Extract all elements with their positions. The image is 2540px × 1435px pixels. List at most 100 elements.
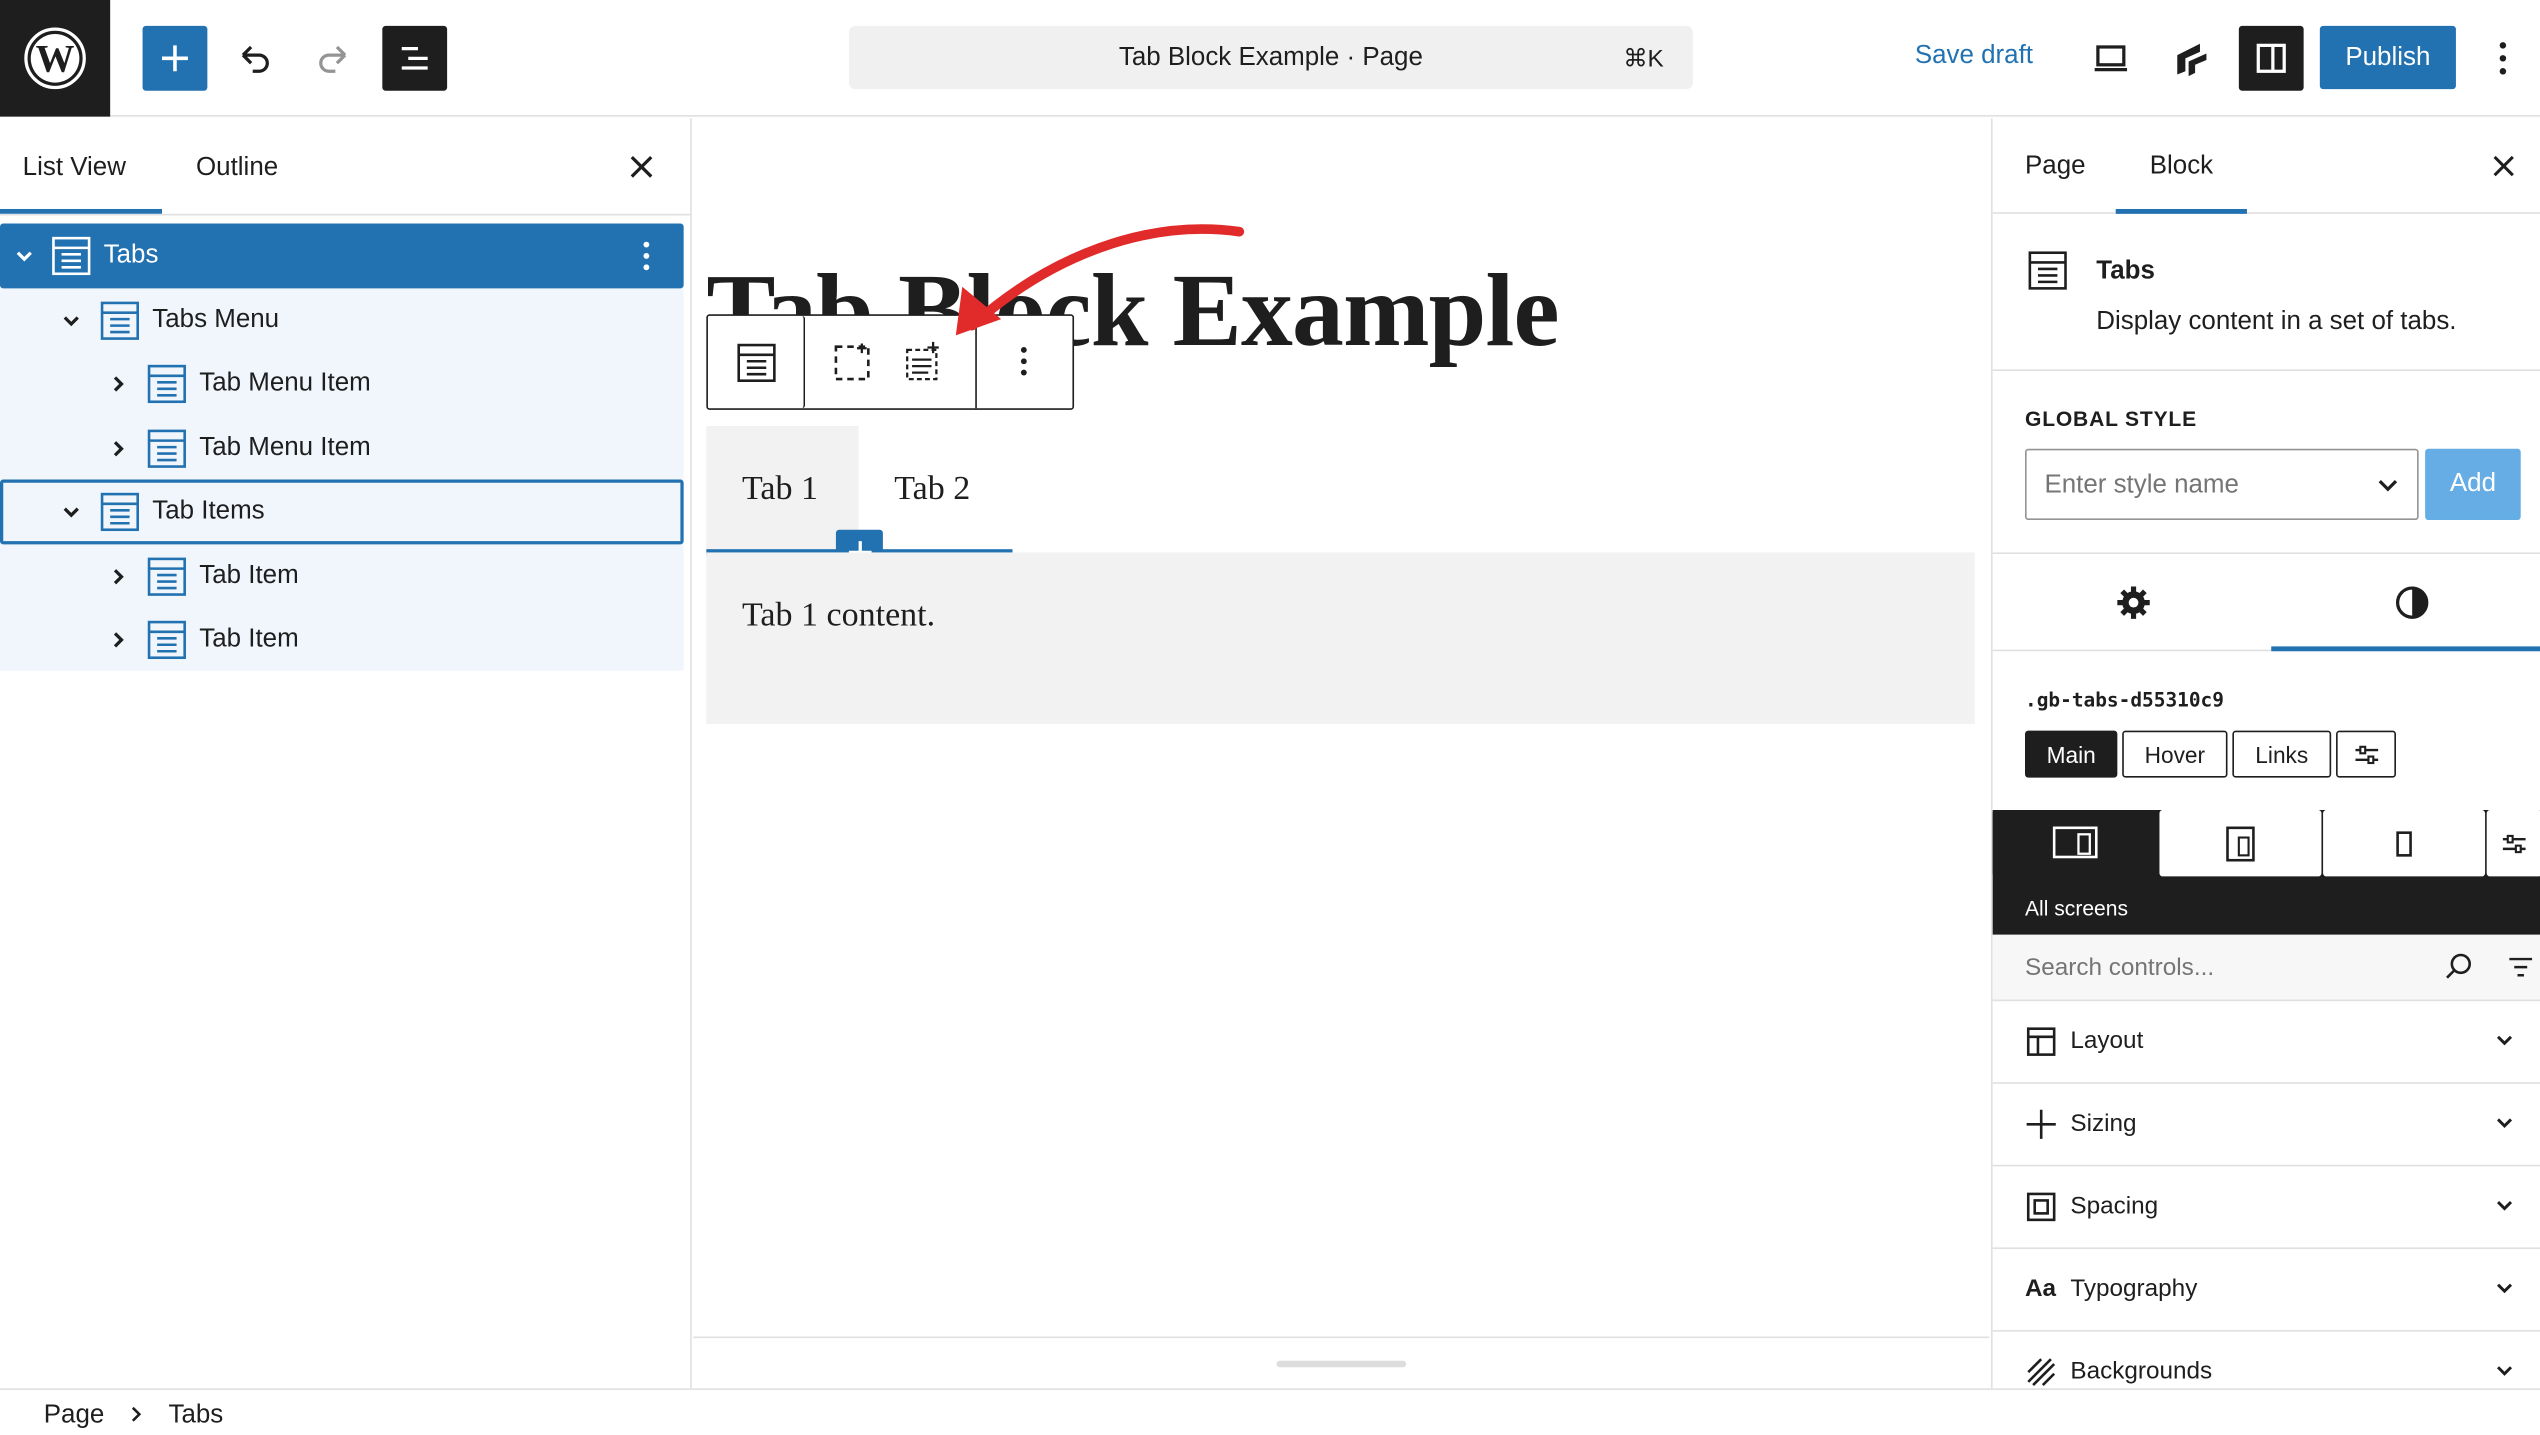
breadcrumb-item[interactable]: Tabs [168, 1401, 223, 1430]
tab-block[interactable]: Block [2150, 152, 2213, 181]
chevron-down-icon [2493, 1111, 2516, 1134]
device-desktop-button[interactable] [1992, 810, 2158, 877]
global-style-section: GLOBAL STYLE Enter style name Add [1992, 371, 2540, 555]
breadcrumb-item[interactable]: Page [44, 1401, 105, 1430]
close-sidebar-button[interactable] [2492, 154, 2516, 178]
desktop-tablet-icon [2052, 825, 2098, 858]
generateblocks-icon [2177, 43, 2207, 77]
tree-item-tab-menu-item[interactable]: Tab Menu Item [0, 416, 684, 481]
tab-list-view[interactable]: List View [23, 154, 126, 183]
redo-button[interactable] [301, 26, 366, 91]
section-typography[interactable]: Aa Typography [1992, 1249, 2540, 1332]
tab-page[interactable]: Page [2025, 152, 2086, 181]
layout-icon [2025, 1025, 2057, 1057]
state-hover-button[interactable]: Hover [2122, 730, 2228, 778]
add-block-button[interactable] [142, 25, 208, 91]
tab-item-block-icon [146, 619, 188, 661]
sliders-icon [2354, 744, 2378, 764]
state-links-button[interactable]: Links [2232, 730, 2332, 778]
chevron-right-icon[interactable] [107, 373, 130, 396]
search-controls: Search controls... [1992, 934, 2540, 1002]
list-view-panel: List View Outline Tabs Tabs Menu Tab Men… [0, 118, 692, 1389]
more-states-button[interactable] [2336, 730, 2396, 778]
device-tablet-button[interactable] [2159, 810, 2322, 877]
style-name-select[interactable]: Enter style name [2025, 448, 2419, 521]
block-name: Tabs [2096, 257, 2155, 286]
close-icon [630, 155, 653, 178]
chevron-right-icon[interactable] [107, 437, 130, 460]
preview-button[interactable] [2078, 26, 2143, 91]
section-layout[interactable]: Layout [1992, 1001, 2540, 1084]
divider [0, 213, 692, 216]
add-style-button[interactable]: Add [2425, 448, 2521, 521]
state-main-button[interactable]: Main [2025, 730, 2118, 778]
command-palette[interactable]: Tab Block Example · Page ⌘K [848, 25, 1693, 90]
editor-canvas: Tab Block Example Tab 1 Tab 2 Tab 1 cont… [693, 118, 1990, 1389]
close-panel-button[interactable] [629, 154, 655, 180]
chevron-right-icon [128, 1405, 144, 1424]
chevron-down-icon [2493, 1194, 2516, 1217]
tab-content-text[interactable]: Tab 1 content. [742, 595, 935, 636]
shortcut-hint: ⌘K [1623, 45, 1664, 73]
contrast-icon [2395, 586, 2429, 619]
dashed-box-icon [834, 343, 870, 381]
publish-button[interactable]: Publish [2319, 25, 2456, 90]
sidebar-icon [2256, 43, 2286, 73]
typography-icon: Aa [2025, 1274, 2057, 1303]
chevron-right-icon[interactable] [107, 565, 130, 588]
settings-sidebar-button[interactable] [2238, 25, 2304, 91]
tree-item-tab-menu-item[interactable]: Tab Menu Item [0, 352, 684, 417]
tree-item-label: Tabs Menu [152, 306, 280, 334]
chevron-down-icon[interactable] [60, 309, 83, 332]
chevron-down-icon [2493, 1277, 2516, 1300]
mobile-icon [2396, 830, 2412, 856]
section-label: Sizing [2070, 1109, 2137, 1138]
generateblocks-button[interactable] [2159, 26, 2224, 91]
sidebar-tabs: Page Block [1992, 118, 2540, 214]
block-type-button[interactable] [708, 315, 806, 409]
resize-handle[interactable] [1276, 1360, 1407, 1368]
list-view-icon [401, 46, 428, 70]
search-input[interactable]: Search controls... [2025, 954, 2214, 982]
tab-item-block-icon [146, 556, 188, 598]
tree-item-label: Tab Menu Item [199, 434, 371, 462]
tab-panel[interactable]: Tab 1 content. [706, 552, 1975, 725]
tree-item-tab-items[interactable]: Tab Items [0, 479, 684, 545]
search-icon[interactable] [2445, 953, 2474, 982]
tree-item-tabs[interactable]: Tabs [0, 223, 684, 289]
chevron-down-icon [2493, 1359, 2516, 1382]
section-backgrounds[interactable]: Backgrounds [1993, 1332, 2540, 1389]
gear-icon [2117, 586, 2150, 619]
tab-menu-item-block-icon [146, 363, 188, 405]
tree-item-label: Tabs [103, 241, 159, 269]
tree-item-tabs-menu[interactable]: Tabs Menu [0, 288, 684, 353]
more-vertical-icon[interactable] [642, 240, 652, 272]
save-draft-button[interactable]: Save draft [1915, 42, 2033, 71]
tab-outline[interactable]: Outline [196, 154, 278, 183]
block-card: Tabs Display content in a set of tabs. [1992, 214, 2540, 371]
tree-item-tab-item[interactable]: Tab Item [0, 608, 684, 673]
undo-button[interactable] [222, 26, 287, 91]
document-overview-button[interactable] [382, 25, 448, 91]
device-mobile-button[interactable] [2323, 810, 2486, 877]
tree-item-label: Tab Item [199, 562, 299, 590]
options-button[interactable] [2479, 26, 2528, 91]
document-title: Tab Block Example · Page [1118, 43, 1423, 72]
section-sizing[interactable]: Sizing [1992, 1084, 2540, 1167]
section-label: Layout [2070, 1027, 2144, 1055]
filter-icon[interactable] [2508, 954, 2534, 980]
chevron-down-icon[interactable] [13, 245, 36, 268]
select-parent-button[interactable] [821, 329, 886, 394]
device-options-button[interactable] [2486, 810, 2540, 877]
styles-tab[interactable] [2394, 585, 2430, 621]
chevron-right-icon[interactable] [107, 629, 130, 652]
wordpress-logo-icon[interactable]: W [0, 0, 111, 117]
settings-tab[interactable] [2116, 585, 2152, 621]
tablet-icon [2226, 825, 2255, 861]
chevron-down-icon[interactable] [60, 501, 83, 524]
section-spacing[interactable]: Spacing [1992, 1166, 2540, 1250]
block-description: Display content in a set of tabs. [2096, 307, 2457, 336]
tree-item-tab-item[interactable]: Tab Item [0, 544, 684, 609]
svg-text:W: W [36, 37, 75, 80]
top-toolbar: W Tab Block Example · Page ⌘K Save draft… [0, 0, 2540, 117]
